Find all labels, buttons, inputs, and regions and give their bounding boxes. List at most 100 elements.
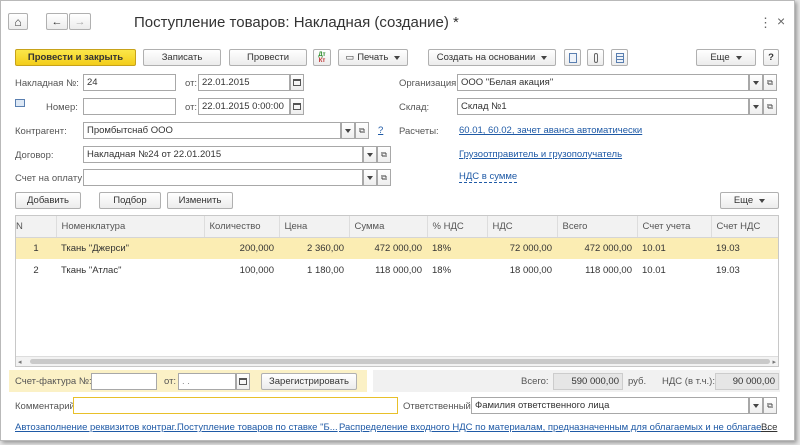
invoice-date-field[interactable]: . .	[178, 373, 236, 390]
column-header[interactable]: Номенклатура	[56, 216, 205, 238]
calendar-button[interactable]	[236, 373, 250, 390]
vat-account-cell[interactable]: 19.03	[711, 237, 778, 259]
autofill-link[interactable]: Автозаполнение реквизитов контраг...	[15, 422, 182, 433]
horizontal-scrollbar[interactable]: ◂ ▸	[16, 356, 778, 366]
warehouse-label: Склад:	[399, 102, 430, 113]
chevron-down-icon	[394, 55, 401, 60]
account-cell[interactable]: 10.01	[637, 259, 711, 281]
contract-dropdown-button[interactable]	[363, 146, 377, 163]
document-button[interactable]	[564, 49, 581, 66]
quantity-cell[interactable]: 200,000	[204, 237, 279, 259]
table-row[interactable]: 2 Ткань "Атлас" 100,000 1 180,00 118 000…	[16, 259, 778, 281]
contract-field[interactable]: Накладная №24 от 22.01.2015	[83, 146, 363, 163]
vat-cell[interactable]: 18 000,00	[487, 259, 557, 281]
column-header[interactable]: Счет НДС	[711, 216, 778, 238]
post-button[interactable]: Провести	[229, 49, 307, 66]
warehouse-field[interactable]: Склад №1	[457, 98, 749, 115]
comment-field[interactable]	[73, 397, 398, 414]
scroll-left-icon[interactable]: ◂	[18, 358, 22, 366]
warehouse-open-button[interactable]: ⧉	[763, 98, 777, 115]
calendar-button[interactable]	[290, 98, 304, 115]
change-button[interactable]: Изменить	[167, 192, 233, 209]
nomenclature-cell[interactable]: Ткань "Атлас"	[56, 259, 204, 281]
post-and-close-button[interactable]: Провести и закрыть	[15, 49, 136, 66]
shipper-consignee-link[interactable]: Грузоотправитель и грузополучатель	[459, 149, 622, 160]
save-button[interactable]: Записать	[143, 49, 221, 66]
sum-cell[interactable]: 472 000,00	[349, 237, 427, 259]
dt-kt-button[interactable]: Дт Кт	[313, 49, 331, 66]
contractor-open-button[interactable]: ⧉	[355, 122, 369, 139]
more-actions-icon[interactable]: ⋮	[759, 15, 772, 31]
date-field[interactable]: 22.01.2015	[198, 74, 290, 91]
column-header[interactable]: НДС	[487, 216, 558, 238]
column-header[interactable]: % НДС	[427, 216, 488, 238]
column-header[interactable]: Сумма	[349, 216, 428, 238]
responsible-dropdown-button[interactable]	[749, 397, 763, 414]
select-items-button[interactable]: Подбор	[99, 192, 161, 209]
table-row[interactable]: 1 Ткань "Джерси" 200,000 2 360,00 472 00…	[16, 237, 778, 259]
price-cell[interactable]: 2 360,00	[279, 237, 349, 259]
invoice-number-field[interactable]: 24	[83, 74, 176, 91]
more-button[interactable]: Еще	[696, 49, 756, 66]
organization-open-button[interactable]: ⧉	[763, 74, 777, 91]
sum-cell[interactable]: 118 000,00	[349, 259, 427, 281]
bill-open-button[interactable]: ⧉	[377, 169, 391, 186]
invoice-number-footer-field[interactable]	[91, 373, 157, 390]
total-cell[interactable]: 472 000,00	[557, 237, 637, 259]
scroll-right-icon[interactable]: ▸	[772, 358, 776, 366]
nomenclature-cell[interactable]: Ткань "Джерси"	[56, 237, 204, 259]
bill-field[interactable]	[83, 169, 363, 186]
print-button[interactable]: ▭ Печать	[338, 49, 408, 66]
table-more-button[interactable]: Еще	[720, 192, 779, 209]
price-cell[interactable]: 1 180,00	[279, 259, 349, 281]
structure-button[interactable]	[611, 49, 628, 66]
back-button[interactable]: ←	[46, 13, 68, 30]
receipt-rate-link[interactable]: Поступление товаров по ставке "Б...	[177, 422, 338, 433]
datetime-field[interactable]: 22.01.2015 0:00:00	[198, 98, 290, 115]
close-icon[interactable]: ×	[777, 13, 785, 29]
organization-dropdown-button[interactable]	[749, 74, 763, 91]
organization-field[interactable]: ООО "Белая акация"	[457, 74, 749, 91]
contract-open-button[interactable]: ⧉	[377, 146, 391, 163]
vat-rate-cell[interactable]: 18%	[427, 237, 487, 259]
paperclip-icon	[593, 52, 598, 63]
help-button[interactable]: ?	[763, 49, 779, 66]
contractor-help-link[interactable]: ?	[378, 125, 383, 136]
responsible-field[interactable]: Фамилия ответственного лица	[471, 397, 749, 414]
forward-button[interactable]: →	[69, 13, 91, 30]
goods-table: N Номенклатура Количество Цена Сумма % Н…	[15, 215, 779, 367]
vat-distribution-link[interactable]: Распределение входного НДС по материалам…	[339, 422, 769, 433]
create-based-on-button[interactable]: Создать на основании	[428, 49, 556, 66]
add-row-button[interactable]: Добавить	[15, 192, 81, 209]
account-cell[interactable]: 10.01	[637, 237, 711, 259]
contractor-dropdown-button[interactable]	[341, 122, 355, 139]
register-button[interactable]: Зарегистрировать	[261, 373, 357, 390]
column-header[interactable]: Всего	[557, 216, 638, 238]
responsible-open-button[interactable]: ⧉	[763, 397, 777, 414]
total-cell[interactable]: 118 000,00	[557, 259, 637, 281]
calendar-icon	[239, 378, 247, 385]
warehouse-dropdown-button[interactable]	[749, 98, 763, 115]
quantity-cell[interactable]: 100,000	[204, 259, 279, 281]
scrollbar-thumb[interactable]	[30, 359, 770, 364]
column-header[interactable]: Счет учета	[637, 216, 712, 238]
contractor-field[interactable]: Промбытснаб ООО	[83, 122, 341, 139]
home-button[interactable]: ⌂	[8, 13, 28, 30]
vat-account-cell[interactable]: 19.03	[711, 259, 778, 281]
vat-rate-cell[interactable]: 18%	[427, 259, 487, 281]
dt-kt-icon: Дт Кт	[318, 51, 326, 64]
vat-total-value: 90 000,00	[715, 373, 779, 390]
column-header[interactable]: N	[16, 216, 57, 238]
column-header[interactable]: Цена	[279, 216, 350, 238]
attach-button[interactable]	[587, 49, 604, 66]
settlements-link[interactable]: 60.01, 60.02, зачет аванса автоматически	[459, 125, 642, 136]
chevron-down-icon	[367, 152, 373, 157]
column-header[interactable]: Количество	[204, 216, 280, 238]
vat-cell[interactable]: 72 000,00	[487, 237, 557, 259]
contractor-label: Контрагент:	[15, 126, 67, 137]
all-links-link[interactable]: Все	[761, 422, 777, 433]
number-field[interactable]	[83, 98, 176, 115]
vat-in-sum-link[interactable]: НДС в сумме	[459, 171, 518, 183]
bill-dropdown-button[interactable]	[363, 169, 377, 186]
calendar-button[interactable]	[290, 74, 304, 91]
